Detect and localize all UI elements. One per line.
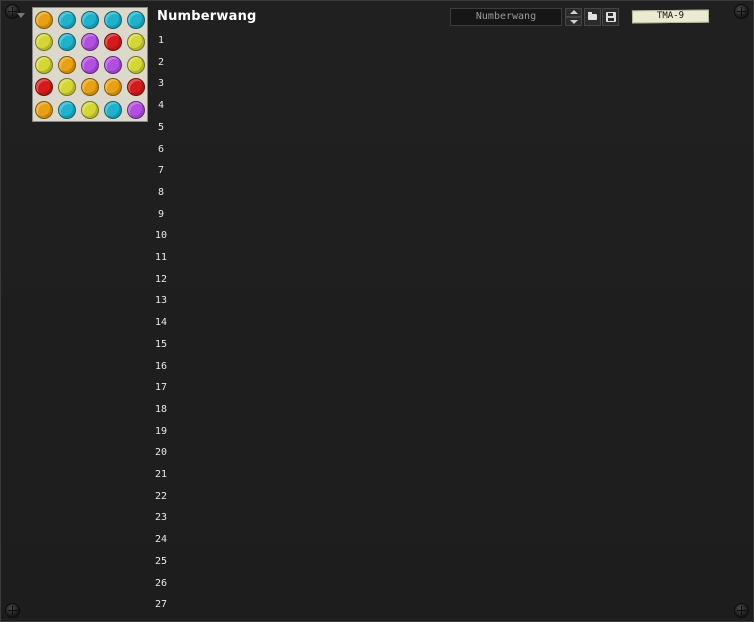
- thumbnail-dot: [81, 33, 99, 52]
- thumbnail-dot: [81, 55, 99, 74]
- row-number: 22: [154, 490, 168, 502]
- thumbnail-dot: [104, 78, 122, 97]
- row-number: 10: [154, 230, 168, 242]
- row-number: 5: [157, 121, 165, 133]
- thumbnail-dot: [58, 11, 76, 29]
- thumbnail-dot: [35, 78, 53, 97]
- module-thumbnail: [32, 7, 148, 122]
- row-number: 11: [154, 252, 168, 263]
- save-preset-button[interactable]: [602, 8, 619, 26]
- thumbnail-dot: [127, 33, 145, 52]
- row-number: 16: [154, 360, 168, 372]
- arrow-up-icon: [570, 10, 578, 14]
- row-number: 24: [154, 534, 168, 546]
- row-number: 14: [154, 317, 168, 329]
- row-number: 13: [154, 295, 168, 307]
- row-number: 2: [157, 56, 165, 68]
- row-number: 1: [157, 35, 165, 46]
- thumbnail-dot: [81, 11, 99, 29]
- thumbnail-dot: [35, 100, 53, 119]
- screw-icon: [5, 603, 20, 618]
- thumbnail-dot: [104, 11, 122, 29]
- row-number: 20: [154, 447, 168, 459]
- module-title: Numberwang: [157, 9, 257, 24]
- open-preset-button[interactable]: [584, 8, 601, 26]
- row-number: 27: [154, 599, 168, 611]
- thumbnail-dot: [104, 33, 122, 52]
- thumbnail-dot: [35, 11, 53, 29]
- row-number: 25: [154, 555, 168, 567]
- thumbnail-dot: [127, 100, 145, 119]
- thumbnail-dot: [81, 78, 99, 97]
- row-number: 18: [154, 403, 168, 415]
- screw-icon: [734, 603, 749, 618]
- row-number: 12: [154, 273, 168, 285]
- thumbnail-dot: [35, 55, 53, 74]
- thumbnail-dot: [104, 55, 122, 74]
- row-number: 26: [154, 577, 168, 589]
- preset-stepper: [565, 8, 582, 26]
- collapse-arrow-icon[interactable]: [17, 13, 25, 18]
- row-number: 7: [157, 165, 165, 177]
- floppy-disk-icon: [606, 12, 616, 22]
- thumbnail-dot: [58, 55, 76, 74]
- row-number: 6: [157, 143, 165, 155]
- thumbnail-dot: [81, 100, 99, 119]
- thumbnail-dot: [127, 11, 145, 29]
- thumbnail-dot: [104, 100, 122, 119]
- thumbnail-dot: [58, 78, 76, 97]
- preset-next-button[interactable]: [565, 17, 582, 26]
- row-number: 21: [154, 469, 168, 480]
- module-panel: Numberwang 1 2 3 4 5 6 7 8 9 10 11 12 13 14 15 16 17 18 19…: [0, 0, 754, 622]
- thumbnail-dot: [127, 78, 145, 97]
- thumbnail-dot: [58, 33, 76, 52]
- preset-name-field[interactable]: Numberwang: [450, 8, 562, 26]
- thumbnail-dot: [58, 100, 76, 119]
- row-number: 23: [154, 512, 168, 524]
- row-number: 15: [154, 338, 168, 350]
- row-number: 19: [154, 425, 168, 437]
- arrow-down-icon: [570, 20, 578, 24]
- thumbnail-dot: [35, 33, 53, 52]
- screw-icon: [734, 4, 749, 19]
- row-number: 3: [157, 78, 165, 90]
- preset-previous-button[interactable]: [565, 8, 582, 17]
- row-number: 4: [157, 100, 165, 112]
- row-number: 17: [154, 382, 168, 394]
- folder-icon: [588, 12, 597, 20]
- row-number: 9: [157, 208, 165, 220]
- row-number: 8: [157, 186, 165, 198]
- brand-label: TMA-9: [631, 9, 710, 24]
- thumbnail-dot: [127, 55, 145, 74]
